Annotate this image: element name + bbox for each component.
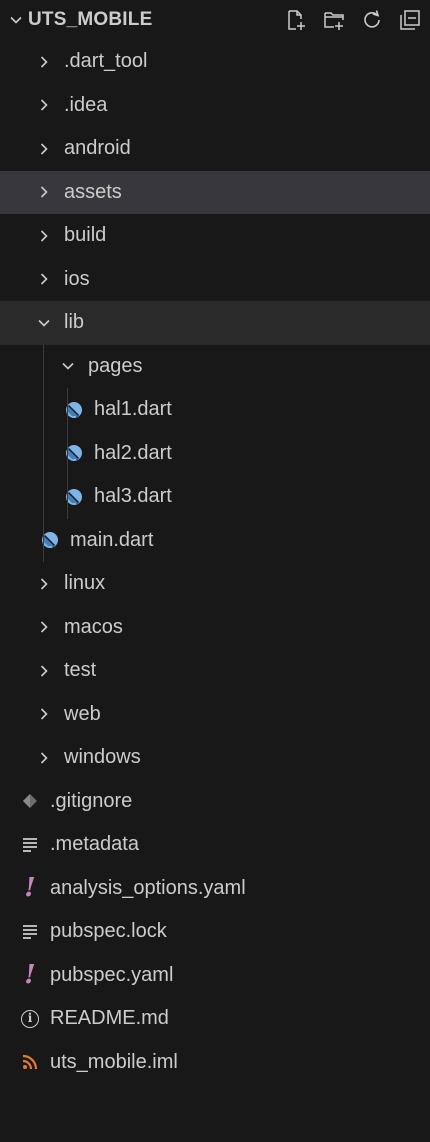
chevron-right-icon[interactable] (32, 50, 56, 74)
tree-file-iml[interactable]: uts_mobile.iml (0, 1041, 430, 1085)
chevron-right-icon[interactable] (32, 137, 56, 161)
tree-folder-windows[interactable]: windows (0, 736, 430, 780)
new-file-icon[interactable] (282, 6, 310, 34)
tree-item-label: analysis_options.yaml (50, 876, 246, 899)
tree-folder-lib[interactable]: lib (0, 301, 430, 345)
tree-item-label: linux (64, 572, 106, 595)
chevron-down-icon[interactable] (32, 311, 56, 335)
tree-folder-idea[interactable]: .idea (0, 84, 430, 128)
chevron-right-icon[interactable] (32, 746, 56, 770)
explorer-actions (282, 6, 424, 34)
text-file-icon (18, 920, 42, 944)
chevron-right-icon[interactable] (32, 702, 56, 726)
tree-item-label: test (64, 659, 97, 682)
tree-item-label: windows (64, 746, 141, 769)
tree-file-main-dart[interactable]: main.dart (0, 518, 430, 562)
tree-item-label: pubspec.yaml (50, 963, 174, 986)
tree-folder-android[interactable]: android (0, 127, 430, 171)
tree-item-label: build (64, 224, 107, 247)
chevron-down-icon[interactable] (4, 0, 28, 40)
chevron-down-icon[interactable] (56, 354, 80, 378)
yaml-icon: ! (24, 873, 36, 904)
indent-guide (67, 475, 68, 519)
tree-folder-ios[interactable]: ios (0, 258, 430, 302)
new-folder-icon[interactable] (320, 6, 348, 34)
indent-guide (43, 344, 44, 388)
tree-file-readme[interactable]: i README.md (0, 997, 430, 1041)
tree-file-metadata[interactable]: .metadata (0, 823, 430, 867)
tree-item-label: hal2.dart (94, 441, 172, 464)
text-file-icon (18, 833, 42, 857)
tree-item-label: ios (64, 267, 90, 290)
tree-item-label: main.dart (70, 528, 154, 551)
rss-icon (18, 1050, 42, 1074)
tree-folder-web[interactable]: web (0, 693, 430, 737)
tree-folder-test[interactable]: test (0, 649, 430, 693)
tree-folder-build[interactable]: build (0, 214, 430, 258)
indent-guide (67, 388, 68, 432)
tree-item-label: assets (64, 180, 122, 203)
tree-file-pubspec-yaml[interactable]: ! pubspec.yaml (0, 954, 430, 998)
dart-icon (38, 528, 62, 552)
chevron-right-icon[interactable] (32, 267, 56, 291)
tree-file-pubspec-lock[interactable]: pubspec.lock (0, 910, 430, 954)
tree-item-label: .dart_tool (64, 50, 148, 73)
project-title[interactable]: UTS_MOBILE (28, 9, 282, 31)
tree-folder-pages[interactable]: pages (0, 344, 430, 388)
tree-file-analysis-options[interactable]: ! analysis_options.yaml (0, 867, 430, 911)
collapse-all-icon[interactable] (396, 6, 424, 34)
explorer-panel: UTS_MOBILE .dart_tool .idea android asse… (0, 0, 430, 1142)
tree-file-gitignore[interactable]: .gitignore (0, 780, 430, 824)
info-icon: i (18, 1007, 42, 1031)
dart-icon (62, 441, 86, 465)
tree-file-hal2-dart[interactable]: hal2.dart (0, 431, 430, 475)
indent-guide (43, 475, 44, 519)
tree-item-label: hal3.dart (94, 485, 172, 508)
tree-item-label: .metadata (50, 833, 139, 856)
tree-file-hal1-dart[interactable]: hal1.dart (0, 388, 430, 432)
chevron-right-icon[interactable] (32, 572, 56, 596)
tree-item-label: web (64, 702, 101, 725)
indent-guide (43, 388, 44, 432)
tree-item-label: lib (64, 311, 85, 334)
tree-item-label: android (64, 137, 131, 160)
tree-item-label: README.md (50, 1007, 169, 1030)
yaml-icon: ! (24, 960, 36, 991)
dart-icon (62, 398, 86, 422)
gitignore-icon (18, 789, 42, 813)
chevron-right-icon[interactable] (32, 180, 56, 204)
tree-item-label: uts_mobile.iml (50, 1050, 178, 1073)
tree-folder-assets[interactable]: assets (0, 170, 430, 214)
tree-item-label: hal1.dart (94, 398, 172, 421)
explorer-header[interactable]: UTS_MOBILE (0, 0, 430, 40)
tree-item-label: .idea (64, 93, 108, 116)
tree-item-label: pages (88, 354, 143, 377)
indent-guide (43, 518, 44, 562)
tree-folder-linux[interactable]: linux (0, 562, 430, 606)
refresh-icon[interactable] (358, 6, 386, 34)
chevron-right-icon[interactable] (32, 224, 56, 248)
chevron-right-icon[interactable] (32, 615, 56, 639)
tree-item-label: .gitignore (50, 789, 133, 812)
file-tree: .dart_tool .idea android assets build io… (0, 40, 430, 1084)
dart-icon (62, 485, 86, 509)
indent-guide (43, 431, 44, 475)
chevron-right-icon[interactable] (32, 659, 56, 683)
tree-item-label: macos (64, 615, 123, 638)
tree-item-label: pubspec.lock (50, 920, 167, 943)
chevron-right-icon[interactable] (32, 93, 56, 117)
tree-folder-dart-tool[interactable]: .dart_tool (0, 40, 430, 84)
tree-file-hal3-dart[interactable]: hal3.dart (0, 475, 430, 519)
tree-folder-macos[interactable]: macos (0, 606, 430, 650)
indent-guide (67, 431, 68, 475)
